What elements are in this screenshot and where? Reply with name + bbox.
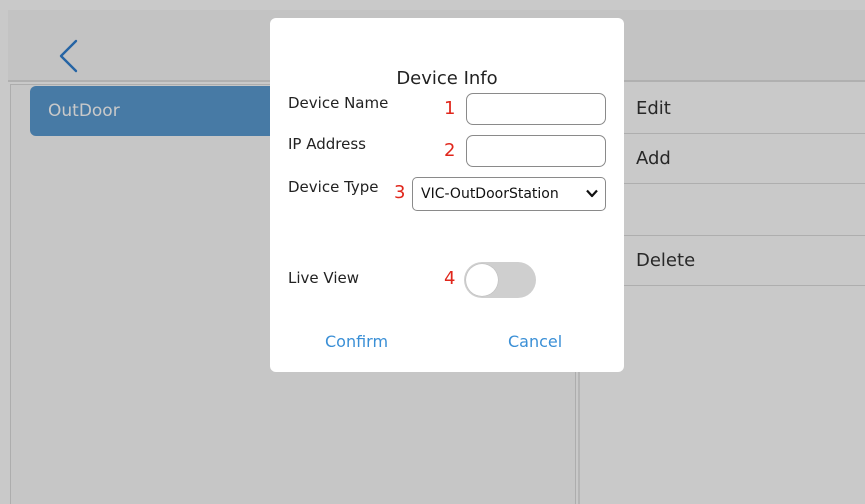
annotation-number-4: 4 <box>444 268 456 289</box>
confirm-button[interactable]: Confirm <box>325 332 388 351</box>
device-type-label: Device Type <box>288 178 379 196</box>
annotation-number-3: 3 <box>394 182 406 203</box>
dialog-title: Device Info <box>396 68 498 89</box>
live-view-toggle[interactable] <box>464 262 536 298</box>
device-name-input[interactable] <box>467 94 605 124</box>
device-info-dialog: Device Info Device Name 1 IP Address 2 D… <box>270 18 624 372</box>
cancel-button[interactable]: Cancel <box>508 332 562 351</box>
annotation-number-1: 1 <box>444 98 456 119</box>
toggle-knob <box>466 264 498 296</box>
chevron-down-icon <box>586 189 598 198</box>
device-type-value: VIC-OutDoorStation <box>421 186 559 202</box>
device-name-label: Device Name <box>288 94 389 112</box>
ip-address-label: IP Address <box>288 135 366 153</box>
ip-address-input[interactable] <box>467 136 605 166</box>
ip-address-field[interactable] <box>466 135 606 167</box>
device-type-select[interactable]: VIC-OutDoorStation <box>412 177 606 211</box>
device-name-field[interactable] <box>466 93 606 125</box>
live-view-label: Live View <box>288 269 359 287</box>
app-window: OutDoor ✎ Edit + Add 🗑 Delete Device Inf… <box>0 0 865 504</box>
annotation-number-2: 2 <box>444 140 456 161</box>
